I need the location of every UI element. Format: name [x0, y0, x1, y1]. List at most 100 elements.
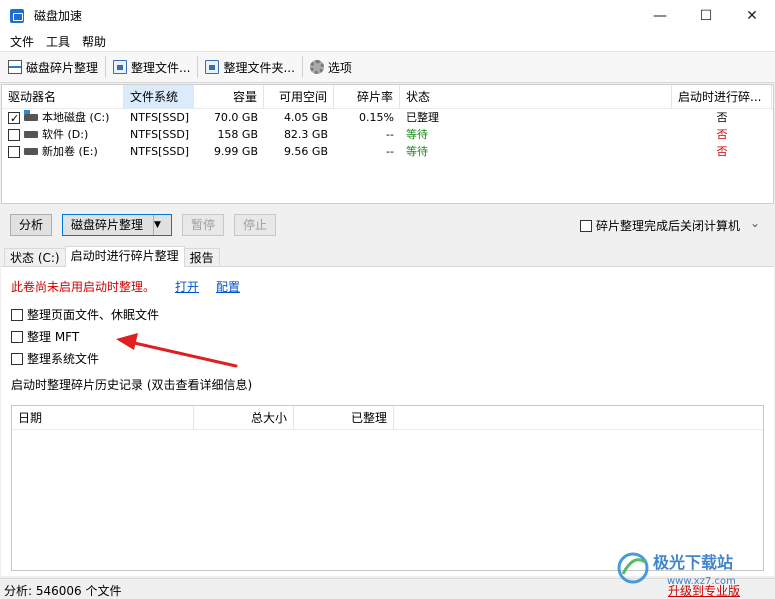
analyze-button[interactable]: 分析: [10, 214, 52, 236]
column-total-size[interactable]: 总大小: [194, 406, 294, 430]
menu-bar: 文件 工具 帮助: [0, 31, 775, 51]
action-row: 分析 磁盘碎片整理 ▼ 暂停 停止 碎片整理完成后关闭计算机 ⌄: [0, 212, 775, 238]
column-boot-defrag[interactable]: 启动时进行碎...: [672, 84, 772, 109]
system-drive-icon: [24, 110, 38, 121]
drive-boot: 否: [716, 111, 728, 124]
drive-name: 本地磁盘 (C:): [42, 111, 110, 124]
shutdown-checkbox[interactable]: [580, 219, 592, 232]
close-button[interactable]: ✕: [729, 0, 775, 31]
drive-free: 82.3 GB: [283, 128, 328, 141]
drive-row-e[interactable]: 新加卷 (E:) NTFS[SSD] 9.99 GB 9.56 GB -- 等待…: [2, 143, 773, 160]
watermark: 极光下载站 www.xz7.com: [615, 548, 765, 590]
drive-row-d[interactable]: 软件 (D:) NTFS[SSD] 158 GB 82.3 GB -- 等待 否: [2, 126, 773, 143]
column-status[interactable]: 状态: [400, 84, 672, 109]
pause-button[interactable]: 暂停: [182, 214, 224, 236]
drive-icon: [24, 131, 38, 138]
drive-boot: 否: [716, 128, 728, 141]
toolbar-defrag-folder-label: 整理文件夹...: [223, 60, 295, 75]
watermark-title: 极光下载站: [653, 553, 733, 572]
watermark-url: www.xz7.com: [667, 576, 736, 587]
drive-list: 驱动器名 文件系统 容量 可用空间 碎片率 状态 启动时进行碎... 本地磁盘 …: [1, 84, 774, 204]
toolbar-defrag-folder-button[interactable]: 整理文件夹...: [201, 54, 298, 80]
drive-free: 4.05 GB: [283, 111, 328, 124]
defrag-icon: [8, 60, 22, 74]
drive-frag: 0.15%: [359, 111, 394, 124]
toolbar-defrag-button[interactable]: 磁盘碎片整理: [4, 54, 102, 80]
option-label: 整理页面文件、休眠文件: [27, 308, 160, 322]
drive-boot: 否: [716, 145, 728, 158]
chevron-down-icon[interactable]: ⌄: [750, 216, 760, 230]
drive-checkbox[interactable]: [8, 110, 20, 126]
maximize-button[interactable]: ☐: [683, 0, 729, 31]
config-link[interactable]: 配置: [216, 278, 240, 295]
defrag-button-label: 磁盘碎片整理: [71, 218, 144, 232]
toolbar-separator: [105, 56, 107, 78]
window-title: 磁盘加速: [34, 9, 83, 23]
shutdown-option[interactable]: 碎片整理完成后关闭计算机: [580, 217, 740, 234]
status-text: 分析: 546006 个文件: [4, 584, 122, 598]
column-free-space[interactable]: 可用空间: [264, 84, 334, 109]
column-capacity[interactable]: 容量: [194, 84, 264, 109]
option-checkbox[interactable]: [11, 308, 23, 321]
toolbar-defrag-file-button[interactable]: 整理文件...: [109, 54, 194, 80]
column-drive-name[interactable]: 驱动器名: [2, 84, 124, 109]
drive-capacity: 9.99 GB: [213, 145, 258, 158]
drive-free: 9.56 GB: [283, 145, 328, 158]
defrag-split-button[interactable]: 磁盘碎片整理 ▼: [62, 214, 172, 236]
annotation-arrow: [116, 333, 238, 368]
drive-fs: NTFS[SSD]: [130, 111, 190, 124]
column-fragmentation[interactable]: 碎片率: [334, 84, 400, 109]
shutdown-label: 碎片整理完成后关闭计算机: [596, 219, 741, 233]
option-checkbox[interactable]: [11, 352, 23, 365]
menu-help[interactable]: 帮助: [76, 33, 112, 50]
toolbar-defrag-file-label: 整理文件...: [131, 60, 191, 75]
file-icon: [113, 60, 128, 74]
tab-report[interactable]: 报告: [183, 248, 220, 267]
drive-checkbox[interactable]: [8, 128, 20, 141]
drive-checkbox[interactable]: [8, 145, 20, 158]
column-file-system[interactable]: 文件系统: [124, 84, 194, 109]
open-link[interactable]: 打开: [175, 278, 199, 295]
drive-status: 已整理: [406, 111, 439, 124]
column-defragged[interactable]: 已整理: [294, 406, 394, 430]
drive-status: 等待: [406, 145, 428, 158]
drive-row-c[interactable]: 本地磁盘 (C:) NTFS[SSD] 70.0 GB 4.05 GB 0.15…: [2, 109, 773, 126]
history-header: 日期 总大小 已整理: [12, 406, 763, 430]
tab-status[interactable]: 状态 (C:): [4, 248, 66, 267]
toolbar: 磁盘碎片整理 整理文件... 整理文件夹... 选项: [0, 51, 775, 83]
chevron-down-icon[interactable]: ▼: [153, 215, 171, 235]
drive-fs: NTFS[SSD]: [130, 128, 190, 141]
toolbar-options-button[interactable]: 选项: [306, 54, 356, 80]
app-icon: [10, 8, 24, 23]
drive-name: 新加卷 (E:): [42, 145, 98, 158]
option-pagefile[interactable]: 整理页面文件、休眠文件: [11, 306, 159, 323]
window-controls: — ☐ ✕: [637, 0, 775, 31]
toolbar-separator: [197, 56, 199, 78]
option-label: 整理 MFT: [27, 330, 80, 344]
menu-file[interactable]: 文件: [4, 33, 40, 50]
boot-warning: 此卷尚未启用启动时整理。: [11, 280, 156, 294]
drive-capacity: 158 GB: [217, 128, 258, 141]
drive-frag: --: [386, 128, 394, 141]
drive-frag: --: [386, 145, 394, 158]
drive-capacity: 70.0 GB: [213, 111, 258, 124]
toolbar-options-label: 选项: [327, 60, 352, 75]
watermark-logo: 极光下载站 www.xz7.com: [617, 552, 736, 587]
menu-tools[interactable]: 工具: [40, 33, 76, 50]
boot-defrag-panel: 此卷尚未启用启动时整理。 打开 配置 整理页面文件、休眠文件 整理 MFT 整理…: [1, 266, 774, 576]
history-list[interactable]: 日期 总大小 已整理: [11, 405, 764, 571]
tab-strip: 状态 (C:) 启动时进行碎片整理 报告: [4, 246, 220, 267]
toolbar-separator: [301, 56, 303, 78]
tab-boot-defrag[interactable]: 启动时进行碎片整理: [64, 246, 185, 267]
option-label: 整理系统文件: [27, 352, 100, 366]
column-date[interactable]: 日期: [12, 406, 194, 430]
stop-button[interactable]: 停止: [234, 214, 276, 236]
gear-icon: [309, 60, 324, 74]
option-system-files[interactable]: 整理系统文件: [11, 350, 99, 367]
drive-list-header: 驱动器名 文件系统 容量 可用空间 碎片率 状态 启动时进行碎...: [2, 84, 773, 109]
option-mft[interactable]: 整理 MFT: [11, 328, 79, 345]
minimize-button[interactable]: —: [637, 0, 683, 31]
title-bar: 磁盘加速 — ☐ ✕: [0, 0, 775, 31]
option-checkbox[interactable]: [11, 330, 23, 343]
toolbar-defrag-label: 磁盘碎片整理: [26, 60, 99, 75]
